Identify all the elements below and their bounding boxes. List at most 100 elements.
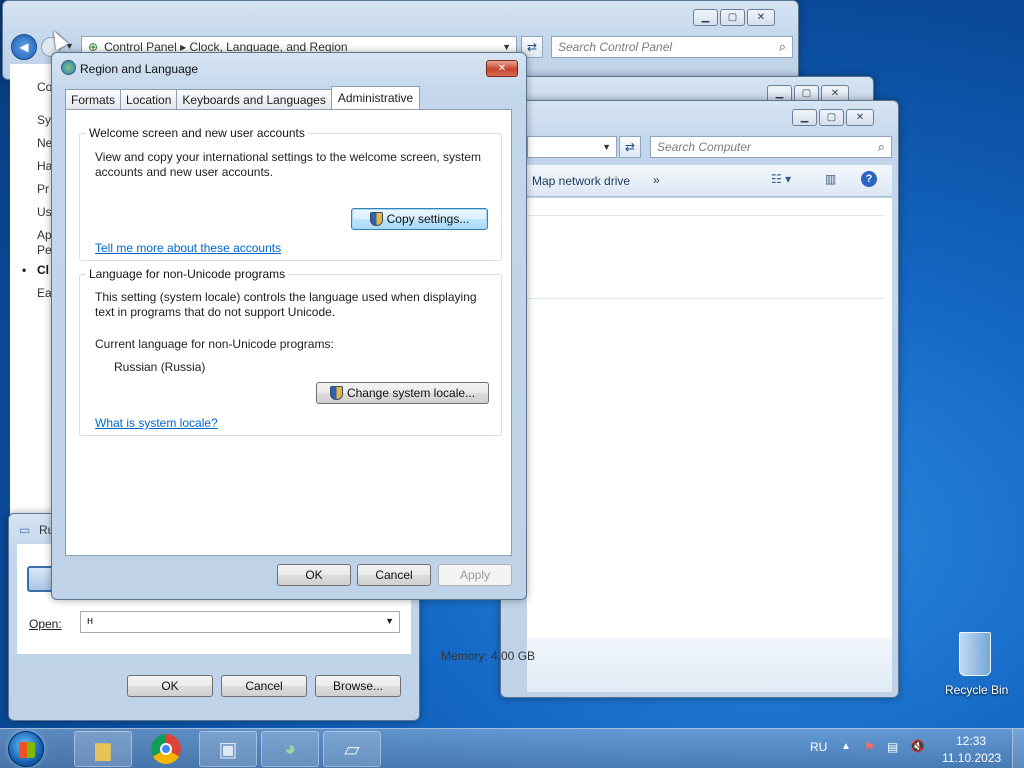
non-unicode-group-title: Language for non-Unicode programs bbox=[86, 267, 289, 281]
show-desktop-button[interactable] bbox=[1012, 729, 1024, 768]
tab-strip: Formats Location Keyboards and Languages… bbox=[65, 86, 421, 109]
maximize-button[interactable]: ▢ bbox=[819, 109, 844, 126]
recycle-bin-label: Recycle Bin bbox=[945, 683, 1009, 697]
welcome-desc-line1: View and copy your international setting… bbox=[95, 150, 481, 164]
back-button[interactable]: ◀ bbox=[11, 34, 37, 60]
tab-formats[interactable]: Formats bbox=[65, 89, 122, 109]
sidebar-item[interactable]: Us bbox=[37, 205, 52, 219]
taskbar-explorer[interactable]: ▆ bbox=[74, 731, 132, 767]
search-control-panel-input[interactable]: Search Control Panel ⌕ bbox=[551, 36, 793, 58]
recycle-bin-shortcut[interactable]: Recycle Bin bbox=[938, 630, 1012, 700]
system-locale-help-link[interactable]: What is system locale? bbox=[95, 416, 218, 431]
show-hidden-icons-button[interactable]: ▲ bbox=[841, 741, 851, 752]
search-computer-input[interactable]: Search Computer ⌕ bbox=[650, 136, 892, 158]
administrative-panel: Welcome screen and new user accounts Vie… bbox=[65, 109, 512, 556]
taskbar-region-language[interactable]: ◕ bbox=[261, 731, 319, 767]
dialog-ok-button[interactable]: OK bbox=[277, 564, 351, 586]
non-unicode-group: Language for non-Unicode programs This s… bbox=[79, 267, 502, 436]
computer-address-bar[interactable]: ▼ bbox=[527, 136, 617, 158]
open-label: Open: bbox=[29, 617, 62, 631]
search-icon: ⌕ bbox=[877, 139, 885, 154]
open-combobox[interactable]: н ▼ bbox=[80, 611, 400, 633]
help-icon[interactable]: ? bbox=[861, 171, 877, 187]
taskbar-run[interactable]: ▱ bbox=[323, 731, 381, 767]
run-ok-button[interactable]: OK bbox=[127, 675, 213, 697]
divider bbox=[527, 215, 885, 216]
refresh-icon: ⇄ bbox=[624, 140, 636, 154]
refresh-icon: ⇄ bbox=[526, 40, 538, 54]
minimize-button[interactable]: ▁ bbox=[693, 9, 718, 26]
non-unicode-desc-line2: text in programs that do not support Uni… bbox=[95, 305, 336, 319]
tab-location[interactable]: Location bbox=[120, 89, 178, 109]
volume-muted-icon[interactable]: 🔇 bbox=[910, 739, 925, 753]
welcome-group: Welcome screen and new user accounts Vie… bbox=[79, 126, 502, 261]
uac-shield-icon bbox=[369, 212, 383, 226]
sidebar-bullet: • bbox=[22, 263, 27, 277]
folder-icon: ▆ bbox=[95, 738, 111, 761]
globe-clock-icon: ◕ bbox=[283, 737, 297, 760]
maximize-button[interactable]: ▢ bbox=[720, 9, 745, 26]
tab-keyboards-languages[interactable]: Keyboards and Languages bbox=[176, 89, 332, 109]
accounts-help-link[interactable]: Tell me more about these accounts bbox=[95, 241, 281, 256]
open-input-value[interactable]: н bbox=[87, 615, 93, 627]
uac-shield-icon bbox=[329, 386, 343, 400]
dialog-apply-button[interactable]: Apply bbox=[438, 564, 512, 586]
explorer-toolbar: Map network drive » ☷ ▾ ▥ ? bbox=[527, 165, 892, 197]
sidebar-item-selected[interactable]: Cl bbox=[37, 263, 49, 277]
run-title-icon: ▭ bbox=[19, 523, 31, 537]
toolbar-more-button[interactable]: » bbox=[653, 173, 660, 187]
welcome-group-title: Welcome screen and new user accounts bbox=[86, 126, 308, 140]
network-icon[interactable]: ▤ bbox=[887, 740, 898, 754]
region-language-dialog[interactable]: Region and Language ✕ Formats Location K… bbox=[51, 52, 527, 600]
run-cancel-button[interactable]: Cancel bbox=[221, 675, 307, 697]
sidebar-item[interactable]: Pr bbox=[37, 182, 49, 196]
sidebar-item[interactable]: Sy bbox=[37, 113, 51, 127]
views-icon[interactable]: ☷ ▾ bbox=[771, 172, 791, 186]
memory-text: Memory: 4,00 GB bbox=[441, 649, 536, 663]
change-system-locale-button[interactable]: Change system locale... bbox=[316, 382, 489, 404]
taskbar: ▆ ▣ ◕ ▱ RU ▲ ⚑ ▤ 🔇 12:33 11.10.2023 bbox=[0, 728, 1024, 768]
copy-settings-button[interactable]: Copy settings... bbox=[351, 208, 488, 230]
clock-date[interactable]: 11.10.2023 bbox=[942, 751, 1001, 765]
welcome-desc-line2: accounts and new user accounts. bbox=[95, 165, 274, 179]
preview-pane-icon[interactable]: ▥ bbox=[825, 172, 836, 186]
address-dropdown-icon[interactable]: ▼ bbox=[502, 42, 511, 52]
search-placeholder: Search Control Panel bbox=[558, 40, 673, 54]
current-language-value: Russian (Russia) bbox=[114, 360, 206, 374]
sidebar-item[interactable]: Ap Pe bbox=[37, 228, 52, 258]
chrome-icon bbox=[151, 734, 181, 764]
region-globe-icon bbox=[61, 60, 76, 75]
run-browse-button[interactable]: Browse... bbox=[315, 675, 401, 697]
divider bbox=[527, 298, 885, 299]
dialog-cancel-button[interactable]: Cancel bbox=[357, 564, 431, 586]
language-indicator[interactable]: RU bbox=[810, 740, 827, 754]
refresh-button[interactable]: ⇄ bbox=[619, 136, 641, 158]
details-pane: Memory: 4,00 GB bbox=[441, 638, 892, 692]
taskbar-control-panel[interactable]: ▣ bbox=[199, 731, 257, 767]
dialog-close-button[interactable]: ✕ bbox=[486, 60, 518, 77]
control-panel-sidebar: Co Sy Ne Ha Pr Us Ap Pe • Cl Ea bbox=[10, 64, 54, 524]
current-language-label: Current language for non-Unicode program… bbox=[95, 337, 334, 351]
close-button[interactable]: ✕ bbox=[846, 109, 874, 126]
computer-window[interactable]: ▁ ▢ ✕ ▼ ⇄ Search Computer ⌕ Map network … bbox=[441, 100, 899, 698]
action-center-flag-icon[interactable]: ⚑ bbox=[864, 740, 875, 754]
dialog-title: Region and Language bbox=[80, 62, 199, 76]
tab-administrative[interactable]: Administrative bbox=[330, 86, 421, 109]
map-network-drive-button[interactable]: Map network drive bbox=[532, 174, 630, 188]
search-placeholder: Search Computer bbox=[657, 140, 752, 154]
address-dropdown-icon[interactable]: ▼ bbox=[602, 142, 611, 152]
close-button[interactable]: ✕ bbox=[747, 9, 775, 26]
sidebar-item[interactable]: Ea bbox=[37, 286, 52, 300]
windows-logo-icon bbox=[19, 742, 35, 758]
non-unicode-desc-line1: This setting (system locale) controls th… bbox=[95, 290, 477, 304]
taskbar-chrome[interactable] bbox=[137, 731, 195, 767]
recycle-bin-icon bbox=[959, 632, 991, 676]
combobox-dropdown-icon[interactable]: ▼ bbox=[385, 616, 394, 626]
start-button[interactable] bbox=[8, 731, 44, 767]
minimize-button[interactable]: ▁ bbox=[792, 109, 817, 126]
search-icon: ⌕ bbox=[778, 39, 786, 54]
back-arrow-icon: ◀ bbox=[19, 40, 29, 54]
control-panel-icon: ▣ bbox=[218, 738, 238, 761]
run-icon: ▱ bbox=[344, 738, 360, 761]
clock-time[interactable]: 12:33 bbox=[956, 734, 986, 748]
